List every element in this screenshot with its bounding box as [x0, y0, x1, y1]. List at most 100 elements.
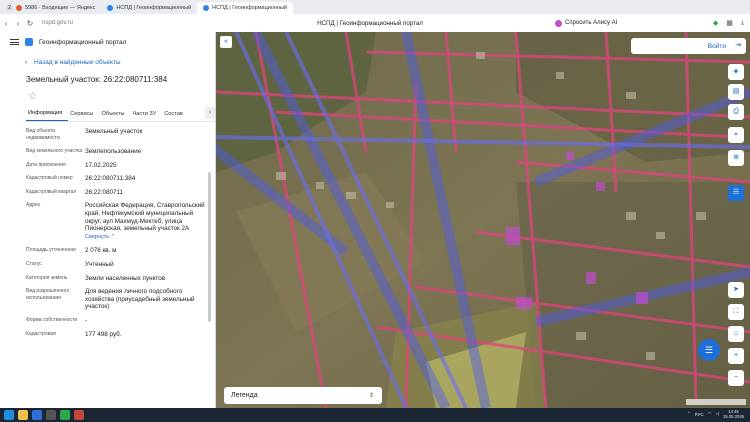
collapse-sidebar-button[interactable]: « [220, 36, 232, 48]
tab-composition[interactable]: Состав [162, 111, 189, 121]
property-key: Вид объекта недвижимости [26, 128, 60, 141]
app-icon[interactable] [60, 410, 70, 420]
chevron-up-icon: ⌃ [110, 233, 116, 240]
tab-label: НСПД | Геоинформационный [212, 5, 287, 11]
menu-icon[interactable] [10, 39, 19, 45]
property-value: Земли населенных пунктов [85, 274, 166, 282]
property-key: Адрес [26, 202, 41, 209]
property-key: Вид разрешенного использования [26, 288, 70, 302]
collapse-link[interactable]: Свернуть ⌃ [85, 234, 206, 242]
app-icon[interactable] [74, 410, 84, 420]
catalog-icon[interactable]: ☰ [728, 185, 744, 201]
date: 15.05.2026 [723, 414, 744, 419]
property-row: Адрес Российская Федерация, Ставропольски… [26, 202, 206, 241]
satellite-map[interactable] [216, 32, 750, 408]
tab-nspd-2[interactable]: НСПД | Геоинформационный [197, 2, 293, 14]
arrow-left-icon: ‹ [25, 58, 28, 66]
property-key: Кадастровый номер [26, 175, 73, 182]
reload-icon[interactable]: ↻ [24, 19, 36, 28]
windows-taskbar: ⌃ РУС ◠ ◁ 14:45 15.05.2026 [0, 408, 750, 422]
chevron-up-icon[interactable]: ⌃ [687, 411, 691, 417]
extension-icon[interactable]: ▦ [726, 19, 733, 27]
language-indicator[interactable]: РУС [695, 412, 704, 417]
tabs-scroll-right-icon[interactable]: › [205, 107, 215, 119]
property-row: Кадастровая 177 498 руб. [26, 331, 206, 339]
tab-objects[interactable]: Объекты [99, 111, 130, 121]
fullscreen-icon[interactable]: ⛶ [728, 304, 744, 320]
tab-nspd-1[interactable]: НСПД | Геоинформационный [101, 2, 197, 14]
tab-services[interactable]: Сервисы [68, 111, 99, 121]
tab-badge: 2 [6, 5, 14, 11]
address-bar-row: ‹ › ↻ nspd.gov.ru НСПД | Геоинформационн… [0, 14, 750, 32]
legend-dropdown[interactable]: Легенда ⇕ [224, 387, 382, 404]
locate-icon[interactable]: ➤ [728, 282, 744, 298]
basemap-icon[interactable]: ▤ [728, 84, 744, 100]
login-button[interactable]: Войти ⇥ [631, 38, 746, 54]
property-key: Вид земельного участка [26, 148, 83, 154]
tab-label: НСПД | Геоинформационный [116, 5, 192, 11]
property-value: 26:22:080711 [85, 188, 124, 196]
property-row: Кадастровый номер 26:22:080711:384 [26, 175, 206, 183]
property-value: Землепользование [85, 148, 142, 155]
tab-parts[interactable]: Части ЗУ [131, 111, 163, 121]
property-value: Земельный участок [85, 128, 143, 135]
login-label: Войти [707, 42, 726, 50]
browser-chrome: 2 5986 · Входящие — Яндекс НСПД | Геоинф… [0, 0, 750, 32]
shield-icon[interactable]: ◆ [713, 19, 718, 27]
back-to-results-link[interactable]: ‹ Назад в найденные объекты [0, 52, 215, 72]
object-tabs: Информация Сервисы Объекты Части ЗУ Сост… [26, 106, 215, 122]
zoom-out-icon[interactable]: − [728, 370, 744, 386]
chat-icon[interactable]: ☰ [698, 339, 720, 361]
system-tray: ⌃ РУС ◠ ◁ 14:45 15.05.2026 [687, 409, 744, 419]
address-field[interactable]: nspd.gov.ru [42, 20, 73, 26]
legend-label: Легенда [231, 392, 258, 399]
files-icon[interactable] [18, 410, 28, 420]
terminal-icon[interactable] [46, 410, 56, 420]
yandex-browser-icon[interactable] [32, 410, 42, 420]
wifi-icon[interactable]: ◠ [708, 411, 712, 417]
favorite-star-icon[interactable]: ☆ [0, 88, 215, 106]
layers-icon[interactable]: ◈ [728, 64, 744, 80]
property-key: Кадастровая [26, 330, 56, 337]
zoom-in-icon[interactable]: + [728, 348, 744, 364]
mail-icon [16, 5, 23, 11]
back-icon[interactable]: ‹ [0, 19, 12, 28]
globe-icon[interactable]: ⊕ [728, 150, 744, 166]
measure-icon[interactable]: ⌖ [728, 127, 744, 143]
map-view[interactable]: « Войти ⇥ ◈ ▤ ⎙ ⌖ ⊕ ☰ ➤ ⛶ ⌂ + − ☰ Легенд… [216, 32, 750, 408]
portal-logo-icon [25, 38, 33, 46]
property-key: Площадь уточненная [26, 247, 76, 254]
portal-name: Геоинформационный портал [39, 38, 127, 46]
volume-icon[interactable]: ◁ [716, 411, 719, 417]
print-icon[interactable]: ⎙ [728, 104, 744, 120]
alice-button[interactable]: Спросить Алису AI [555, 19, 617, 27]
nspd-tab-icon [107, 5, 114, 11]
page-title: НСПД | Геоинформационный портал [317, 19, 423, 27]
chevron-updown-icon: ⇕ [368, 393, 374, 399]
collapse-label: Свернуть [85, 233, 110, 240]
tab-label: 5986 · Входящие — Яндекс [25, 5, 96, 11]
property-value: Для ведения личного подсобного хозяйства… [85, 288, 195, 311]
property-key: Статус [26, 260, 42, 267]
tab-mail[interactable]: 2 5986 · Входящие — Яндекс [0, 2, 101, 14]
property-key: Кадастровый квартал [26, 188, 77, 195]
back-label: Назад в найденные объекты [34, 58, 121, 66]
alice-icon [555, 19, 562, 27]
login-icon: ⇥ [735, 42, 741, 49]
home-icon[interactable]: ⌂ [728, 326, 744, 342]
property-row: Форма собственности - [26, 317, 206, 325]
property-row: Статус Учтенный [26, 261, 206, 269]
clock[interactable]: 14:45 15.05.2026 [723, 409, 744, 419]
property-row: Кадастровый квартал 26:22:080711 [26, 189, 206, 197]
property-row: Вид объекта недвижимости Земельный участо… [26, 128, 206, 142]
tab-info[interactable]: Информация [26, 110, 69, 121]
forward-icon[interactable]: › [12, 19, 24, 28]
property-value: 2 076 кв. м [85, 247, 117, 255]
property-row: Дата присвоения 17.02.2025 [26, 162, 206, 170]
property-row: Категория земель Земли населенных пунктов [26, 275, 206, 283]
object-sidebar: Геоинформационный портал ‹ Назад в найде… [0, 32, 216, 408]
sidebar-scrollbar[interactable] [208, 172, 211, 322]
windows-start-icon[interactable] [4, 410, 14, 420]
address-text: Российская Федерация, Ставропольский кра… [85, 202, 205, 233]
download-icon[interactable]: ⤓ [741, 19, 744, 27]
